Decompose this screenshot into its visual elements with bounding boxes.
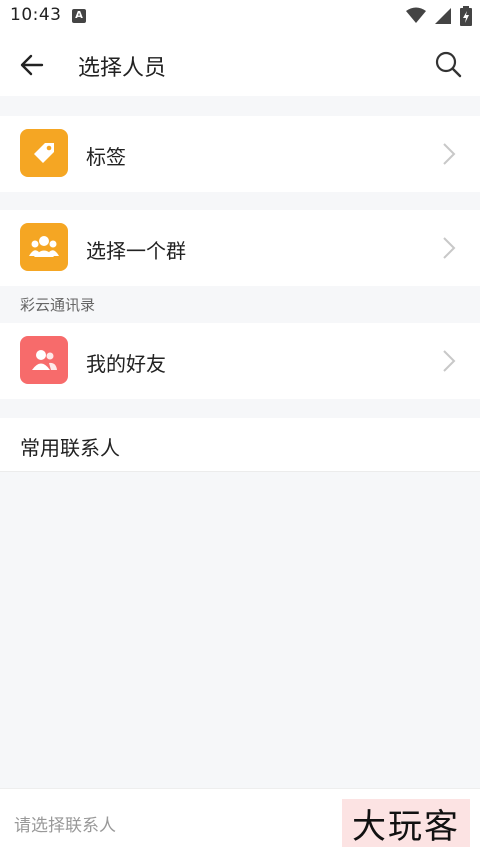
watermark-text: 大玩客	[352, 806, 460, 847]
signal-icon	[435, 8, 451, 24]
notification-icon: A	[72, 9, 86, 23]
wifi-icon	[406, 7, 426, 23]
back-arrow-icon[interactable]	[18, 51, 46, 79]
chevron-right-icon	[443, 237, 456, 259]
row-label: 选择一个群	[86, 239, 186, 263]
row-label: 标签	[86, 145, 126, 169]
selection-placeholder: 请选择联系人	[14, 816, 116, 836]
frequent-contacts-label: 常用联系人	[20, 436, 120, 460]
section-label: 彩云通讯录	[20, 296, 96, 314]
bottom-selection-bar: 请选择联系人 大玩客	[0, 788, 480, 853]
group-icon	[20, 223, 68, 271]
page-title: 选择人员	[78, 56, 167, 81]
chevron-right-icon	[443, 143, 456, 165]
app-bar: 选择人员	[0, 32, 480, 96]
friends-icon	[20, 336, 68, 384]
choose-group-row[interactable]: 选择一个群	[0, 210, 480, 286]
status-time: 10:43	[10, 5, 62, 25]
battery-icon	[460, 6, 472, 26]
row-label: 我的好友	[86, 352, 166, 376]
watermark-logo: 大玩客	[342, 799, 470, 847]
tags-row[interactable]: 标签	[0, 116, 480, 192]
chevron-right-icon	[443, 350, 456, 372]
tag-icon	[20, 129, 68, 177]
my-friends-row[interactable]: 我的好友	[0, 323, 480, 399]
status-icons	[406, 6, 472, 26]
frequent-contacts-header: 常用联系人	[0, 418, 480, 472]
search-icon[interactable]	[434, 50, 462, 78]
status-bar: 10:43 A	[0, 0, 480, 32]
